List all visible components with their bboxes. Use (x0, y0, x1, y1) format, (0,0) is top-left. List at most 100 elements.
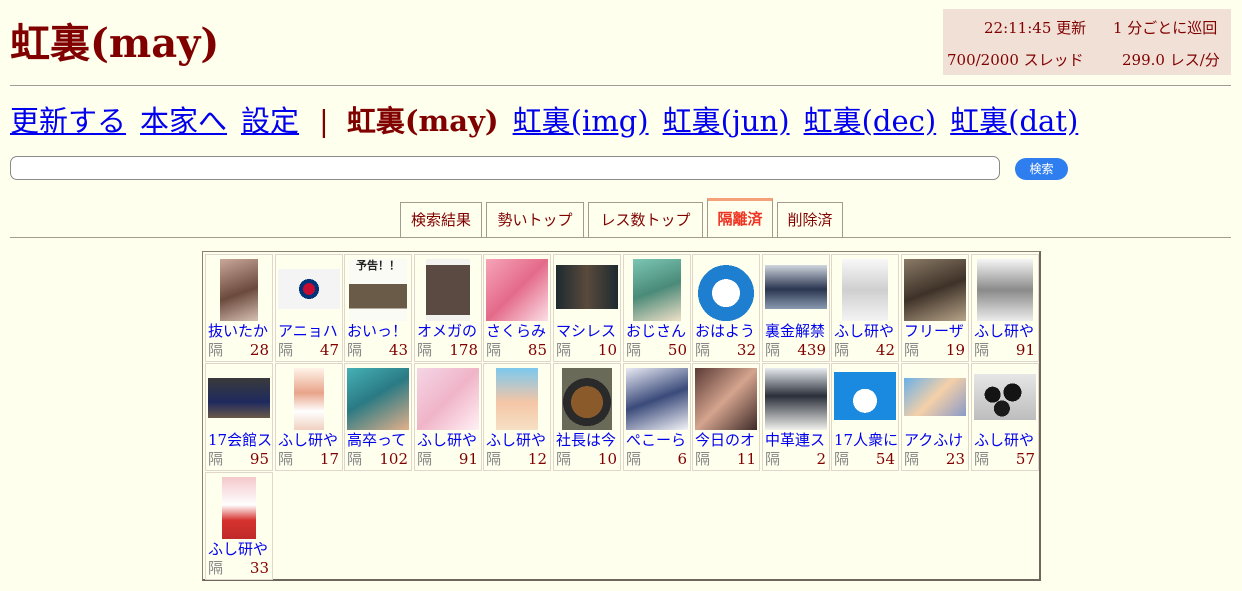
tab-deleted[interactable]: 削除済 (777, 202, 843, 238)
catalog-cell[interactable]: 裏金解禁隔 439 (762, 254, 830, 362)
home-link[interactable]: 本家へ (140, 104, 227, 138)
catalog-cell[interactable]: フリーザ隔 19 (901, 254, 969, 362)
thread-title-link[interactable]: 社長は今 (556, 431, 620, 449)
man-face-image[interactable] (904, 259, 966, 321)
catalog-cell[interactable]: 高卒って隔 102 (344, 363, 412, 471)
catalog-cell[interactable]: アニョハ隔 47 (275, 254, 343, 362)
thread-title-link[interactable]: 抜いたか (208, 322, 272, 340)
thread-title-link[interactable]: 裏金解禁 (765, 322, 829, 340)
thread-title-link[interactable]: 今日のオ (695, 431, 759, 449)
pastel-girls-image[interactable] (417, 368, 479, 430)
tab-search-results[interactable]: 検索結果 (400, 202, 482, 238)
bunny-girl-image[interactable] (626, 368, 688, 430)
catalog-cell[interactable]: さくらみ隔 85 (483, 254, 551, 362)
catalog-cell[interactable]: アクふけ隔 23 (901, 363, 969, 471)
thread-title-link[interactable]: ふし研や (486, 431, 550, 449)
green-hair-girl-image[interactable] (633, 259, 681, 321)
catalog-cell[interactable]: 社長は今隔 10 (553, 363, 621, 471)
catalog-cell[interactable]: オメガの隔 178 (414, 254, 482, 362)
catalog-cell[interactable]: 17会館ス隔 95 (205, 363, 273, 471)
beach-girl-image[interactable] (496, 368, 538, 430)
catalog-cell[interactable]: おはよう隔 32 (692, 254, 760, 362)
thread-title-link[interactable]: さくらみ (486, 322, 550, 340)
shrine-maiden-image[interactable] (222, 477, 256, 539)
board-link-dec[interactable]: 虹裏(dec) (804, 104, 937, 138)
figure-image[interactable] (426, 259, 470, 321)
catalog-cell[interactable]: ふし研や隔 91 (971, 254, 1039, 362)
yokoku-text-image[interactable]: 予告！！ (349, 259, 407, 321)
isolated-flag: 隔 (486, 450, 502, 468)
chibi-girl-image[interactable] (294, 368, 324, 430)
catalog-cell[interactable]: ふし研や隔 33 (205, 472, 273, 580)
board-link-jun[interactable]: 虹裏(jun) (663, 104, 790, 138)
isolated-flag: 隔 (904, 341, 920, 359)
thread-title-link[interactable]: ふし研や (417, 431, 481, 449)
catalog-cell[interactable]: 抜いたか隔 28 (205, 254, 273, 362)
thumb-caption: 予告！！ (356, 259, 400, 272)
catalog-grid: 抜いたか隔 28 アニョハ隔 47 予告！！ おいっ！隔 43 オメガの隔 178 さくらみ隔 85… (202, 251, 1041, 581)
thread-title-link[interactable]: ふし研や (974, 431, 1038, 449)
isolated-flag: 隔 (278, 341, 294, 359)
reply-count: 43 (388, 341, 408, 359)
catalog-cell[interactable]: ぺこーら隔 6 (623, 363, 691, 471)
blue-hair-girl-image[interactable] (904, 378, 966, 416)
thread-title-link[interactable]: 17会館ス (208, 431, 272, 449)
thread-title-link[interactable]: おじさん (626, 322, 690, 340)
board-link-dat[interactable]: 虹裏(dat) (950, 104, 1078, 138)
man-portrait-image[interactable] (556, 265, 618, 309)
search-input[interactable] (10, 156, 1000, 180)
thread-title-link[interactable]: アクふけ (904, 431, 968, 449)
isolated-flag: 隔 (208, 559, 224, 577)
thread-title-link[interactable]: ふし研や (974, 322, 1038, 340)
thread-title-link[interactable]: ふし研や (278, 431, 342, 449)
thread-title-link[interactable]: ふし研や (834, 322, 898, 340)
two-girls-image[interactable] (695, 368, 757, 430)
manga-character-image[interactable] (977, 259, 1033, 321)
thread-title-link[interactable]: 中革連ス (765, 431, 829, 449)
manga-sketch-image[interactable] (842, 259, 888, 321)
tab-isolated[interactable]: 隔離済 (707, 198, 773, 238)
pink-hair-girl-image[interactable] (486, 259, 548, 321)
catalog-cell[interactable]: 予告！！ おいっ！隔 43 (344, 254, 412, 362)
thread-title-link[interactable]: おはよう (695, 322, 759, 340)
reply-count: 28 (249, 341, 269, 359)
thread-title-link[interactable]: オメガの (417, 322, 481, 340)
isolated-flag: 隔 (834, 450, 850, 468)
board-link-img[interactable]: 虹裏(img) (513, 104, 649, 138)
catalog-cell[interactable]: ふし研や隔 17 (275, 363, 343, 471)
refresh-link[interactable]: 更新する (10, 104, 126, 138)
catalog-cell[interactable]: 今日のオ隔 11 (692, 363, 760, 471)
candidate-image[interactable] (765, 368, 827, 430)
doraemon-blue-image[interactable] (834, 372, 896, 420)
thread-title-link[interactable]: 高卒って (347, 431, 411, 449)
teal-hair-girl-image[interactable] (347, 368, 409, 430)
press-conference-image[interactable] (765, 265, 827, 309)
anime-girl-image[interactable] (220, 259, 258, 321)
hall-image[interactable] (208, 378, 270, 418)
catalog-cell[interactable]: ふし研や隔 91 (414, 363, 482, 471)
thread-title-link[interactable]: ふし研や (208, 540, 272, 558)
catalog-cell[interactable]: マシレス隔 10 (553, 254, 621, 362)
thread-title-link[interactable]: フリーザ (904, 322, 968, 340)
korean-flag-image[interactable] (278, 269, 340, 309)
search-button[interactable]: 検索 (1015, 158, 1068, 180)
catalog-cell[interactable]: ふし研や隔 42 (831, 254, 899, 362)
black-balls-image[interactable] (974, 374, 1036, 420)
tab-reply-count-top[interactable]: レス数トップ (588, 202, 703, 238)
thread-title-link[interactable]: ぺこーら (626, 431, 690, 449)
thread-title-link[interactable]: おいっ！ (347, 322, 411, 340)
food-pan-image[interactable] (562, 368, 612, 430)
tab-momentum-top[interactable]: 勢いトップ (486, 202, 584, 238)
catalog-cell[interactable]: 17人衆に隔 54 (831, 363, 899, 471)
thread-title-link[interactable]: マシレス (556, 322, 620, 340)
thread-title-link[interactable]: アニョハ (278, 322, 342, 340)
catalog-cell[interactable]: ふし研や隔 57 (971, 363, 1039, 471)
isolated-flag: 隔 (347, 341, 363, 359)
catalog-cell[interactable]: 中革連ス隔 2 (762, 363, 830, 471)
catalog-cell[interactable]: おじさん隔 50 (623, 254, 691, 362)
thread-count: 700/2000 スレッド (947, 51, 1084, 69)
catalog-cell[interactable]: ふし研や隔 12 (483, 363, 551, 471)
doraemon-image[interactable] (695, 259, 757, 321)
thread-title-link[interactable]: 17人衆に (834, 431, 898, 449)
settings-link[interactable]: 設定 (241, 104, 299, 138)
